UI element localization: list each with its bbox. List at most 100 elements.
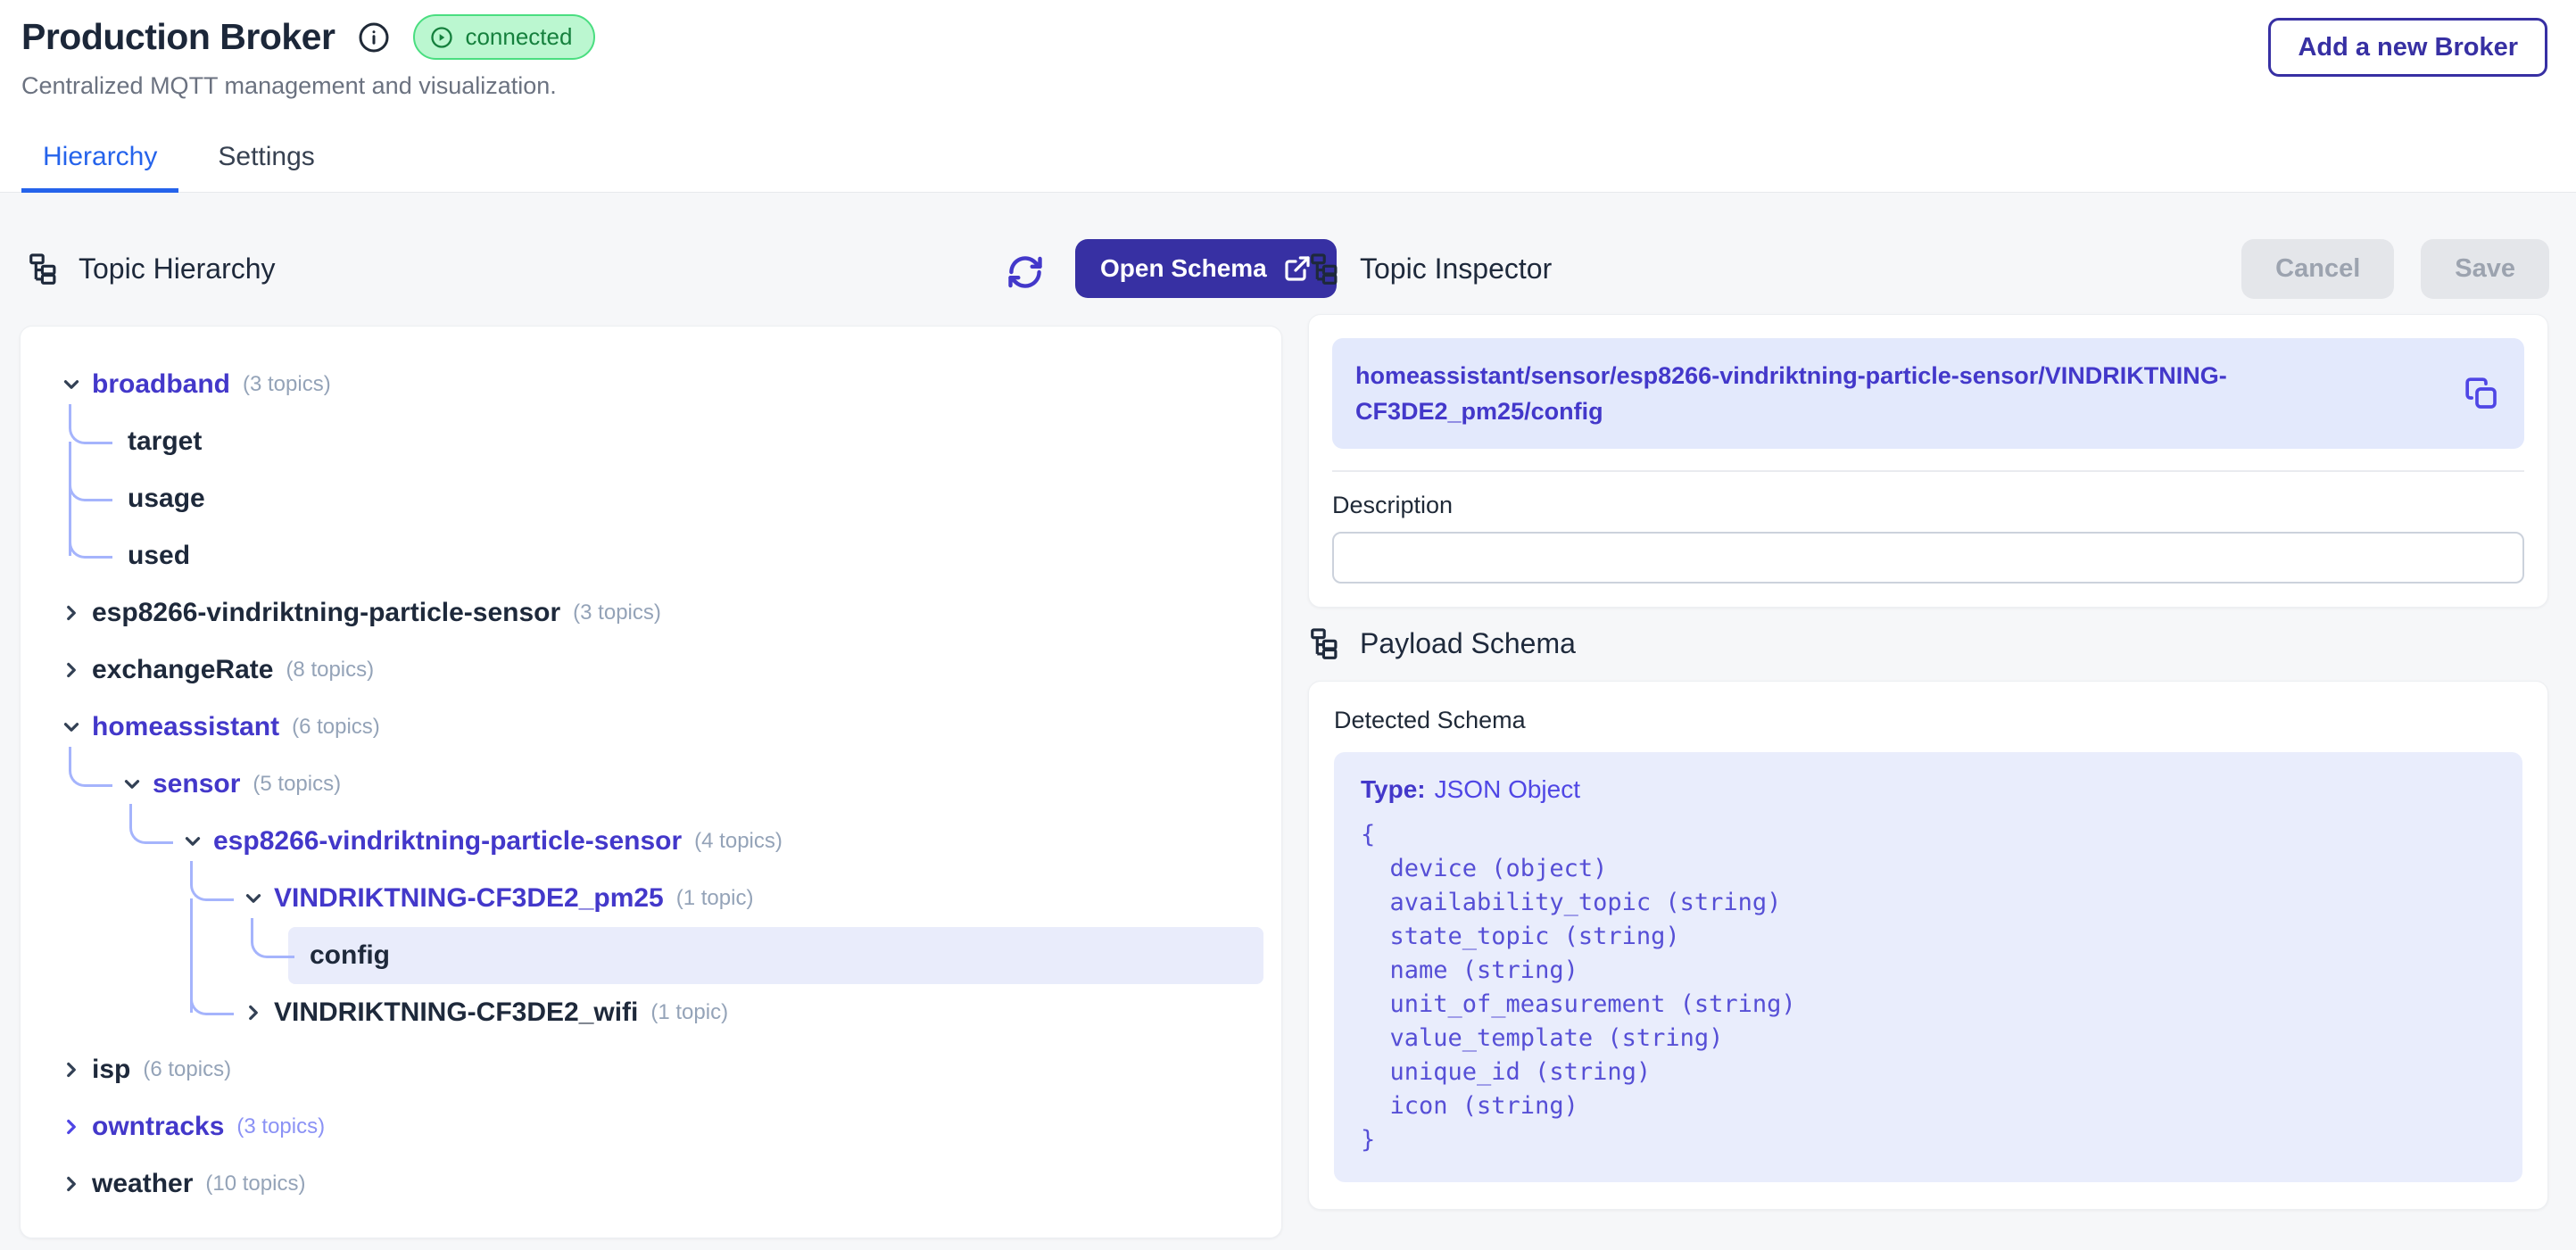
tree-node-count: (8 topics): [286, 658, 374, 683]
tree-node-isp[interactable]: isp (6 topics): [60, 1041, 1281, 1098]
topic-hierarchy-header: Topic Hierarchy: [27, 252, 276, 286]
tree-node-label: weather: [92, 1169, 193, 1199]
tree-node-esp8266-vindriktning-particle-sensor[interactable]: esp8266-vindriktning-particle-sensor(3 t…: [60, 584, 1281, 642]
status-badge: connected: [413, 14, 595, 60]
tree-node-label: homeassistant: [92, 712, 279, 742]
open-schema-label: Open Schema: [1100, 254, 1267, 283]
info-icon[interactable]: [358, 21, 390, 54]
tree-node-config[interactable]: config: [288, 927, 1263, 984]
chevron-down-icon[interactable]: [120, 773, 144, 796]
tree-node-label: broadband: [92, 369, 230, 400]
hierarchy-tree-icon: [27, 252, 61, 286]
detected-schema-label: Detected Schema: [1334, 707, 2522, 734]
tree-node-label: used: [128, 541, 190, 571]
payload-schema-tree-icon: [1308, 626, 1342, 660]
description-input[interactable]: [1332, 532, 2524, 584]
tab-settings[interactable]: Settings: [196, 142, 335, 193]
tree-node-weather[interactable]: weather (10 topics): [60, 1155, 1281, 1213]
payload-schema-panel: Detected Schema Type: JSON Object { devic…: [1308, 681, 2548, 1210]
tree-node-usage[interactable]: usage: [128, 470, 1281, 527]
tree-node-label: esp8266-vindriktning-particle-sensor: [213, 826, 682, 857]
open-schema-button[interactable]: Open Schema: [1075, 239, 1337, 298]
tree-node-label: target: [128, 426, 202, 457]
chevron-right-icon[interactable]: [60, 601, 83, 625]
payload-schema-title: Payload Schema: [1360, 627, 1576, 660]
tree-node-label: VINDRIKTNING-CF3DE2_pm25: [274, 883, 664, 914]
tree-node-used[interactable]: used: [128, 527, 1281, 584]
tree-node-count: (1 topic): [676, 886, 754, 911]
chevron-right-icon[interactable]: [60, 658, 83, 682]
topic-inspector-title: Topic Inspector: [1360, 252, 1552, 286]
schema-line: unit_of_measurement (string): [1361, 988, 2496, 1022]
schema-line: availability_topic (string): [1361, 886, 2496, 920]
divider: [1332, 470, 2524, 472]
tree-node-label: owntracks: [92, 1112, 224, 1142]
tree-node-label: config: [310, 940, 390, 971]
schema-line: device (object): [1361, 852, 2496, 886]
schema-type-label: Type:: [1361, 775, 1426, 803]
tree-node-label: usage: [128, 484, 205, 514]
add-broker-button[interactable]: Add a new Broker: [2268, 18, 2547, 77]
refresh-button[interactable]: [1005, 252, 1046, 293]
tree-node-count: (3 topics): [573, 600, 661, 625]
page-title: Production Broker: [21, 16, 335, 58]
payload-schema-header: Payload Schema: [1308, 626, 1576, 660]
cancel-button[interactable]: Cancel: [2241, 239, 2394, 299]
schema-line: {: [1361, 818, 2496, 852]
schema-lines: { device (object) availability_topic (st…: [1361, 818, 2496, 1157]
copy-icon: [2464, 376, 2499, 411]
tree-node-count: (6 topics): [292, 715, 380, 740]
play-circle-icon: [429, 25, 454, 50]
tree-node-homeassistant[interactable]: homeassistant (6 topics): [60, 699, 1281, 756]
refresh-icon: [1006, 252, 1045, 292]
schema-line: unique_id (string): [1361, 1055, 2496, 1089]
tab-bar: Hierarchy Settings: [21, 142, 336, 193]
tab-hierarchy[interactable]: Hierarchy: [21, 142, 178, 193]
chevron-down-icon[interactable]: [60, 373, 83, 396]
inspector-actions: Cancel Save: [2241, 239, 2549, 299]
tree-node-sensor[interactable]: sensor (5 topics): [120, 756, 1281, 813]
tree-node-count: (4 topics): [694, 829, 783, 854]
schema-line: name (string): [1361, 954, 2496, 988]
tree-node-label: exchangeRate: [92, 655, 273, 685]
tree-node-count: (10 topics): [205, 1171, 305, 1196]
tree-node-label: isp: [92, 1055, 130, 1085]
tree-node-count: (3 topics): [236, 1114, 325, 1139]
top-header: Production Broker connected Centralized …: [0, 0, 2576, 193]
tree-node-owntracks[interactable]: owntracks (3 topics): [60, 1098, 1281, 1155]
save-button[interactable]: Save: [2421, 239, 2549, 299]
copy-button[interactable]: [2462, 374, 2501, 413]
chevron-right-icon[interactable]: [60, 1172, 83, 1196]
page-subtitle: Centralized MQTT management and visualiz…: [21, 72, 2576, 100]
chevron-right-icon[interactable]: [60, 1058, 83, 1081]
schema-line: state_topic (string): [1361, 920, 2496, 954]
tree-node-VINDRIKTNING-CF3DE2_pm25[interactable]: VINDRIKTNING-CF3DE2_pm25 (1 topic): [242, 870, 1281, 927]
tree-node-count: (6 topics): [143, 1057, 231, 1082]
topic-path: homeassistant/sensor/esp8266-vindriktnin…: [1355, 358, 2444, 429]
tree-node-target[interactable]: target: [128, 413, 1281, 470]
chevron-down-icon[interactable]: [60, 716, 83, 739]
topic-inspector-panel: homeassistant/sensor/esp8266-vindriktnin…: [1308, 314, 2548, 608]
page: Production Broker connected Centralized …: [0, 0, 2576, 1250]
chevron-right-icon[interactable]: [242, 1001, 265, 1024]
schema-type-value: JSON Object: [1435, 775, 1580, 803]
tree-node-count: (3 topics): [243, 372, 331, 397]
detected-schema-block: Type: JSON Object { device (object) avail…: [1334, 752, 2522, 1182]
tree-node-count: (5 topics): [253, 772, 341, 797]
tree-node-label: sensor: [153, 769, 240, 799]
schema-line: icon (string): [1361, 1089, 2496, 1123]
topic-tree: broadband (3 topics) target usage used esp826…: [21, 327, 1281, 1213]
schema-type-line: Type: JSON Object: [1361, 775, 2496, 804]
tree-node-broadband[interactable]: broadband (3 topics): [60, 356, 1281, 413]
chevron-down-icon[interactable]: [242, 887, 265, 910]
tree-node-exchangeRate[interactable]: exchangeRate (8 topics): [60, 642, 1281, 699]
chevron-down-icon[interactable]: [181, 830, 204, 853]
schema-line: value_template (string): [1361, 1022, 2496, 1055]
topic-hierarchy-panel: broadband (3 topics) target usage used esp826…: [20, 326, 1282, 1238]
topic-path-box: homeassistant/sensor/esp8266-vindriktnin…: [1332, 338, 2524, 449]
topic-hierarchy-title: Topic Hierarchy: [79, 252, 276, 286]
external-link-icon: [1283, 254, 1312, 283]
chevron-right-icon[interactable]: [60, 1115, 83, 1138]
tree-node-esp8266-vindriktning-particle-sensor[interactable]: esp8266-vindriktning-particle-sensor (4 t…: [181, 813, 1281, 870]
tree-node-VINDRIKTNING-CF3DE2_wifi[interactable]: VINDRIKTNING-CF3DE2_wifi(1 topic): [242, 984, 1281, 1041]
